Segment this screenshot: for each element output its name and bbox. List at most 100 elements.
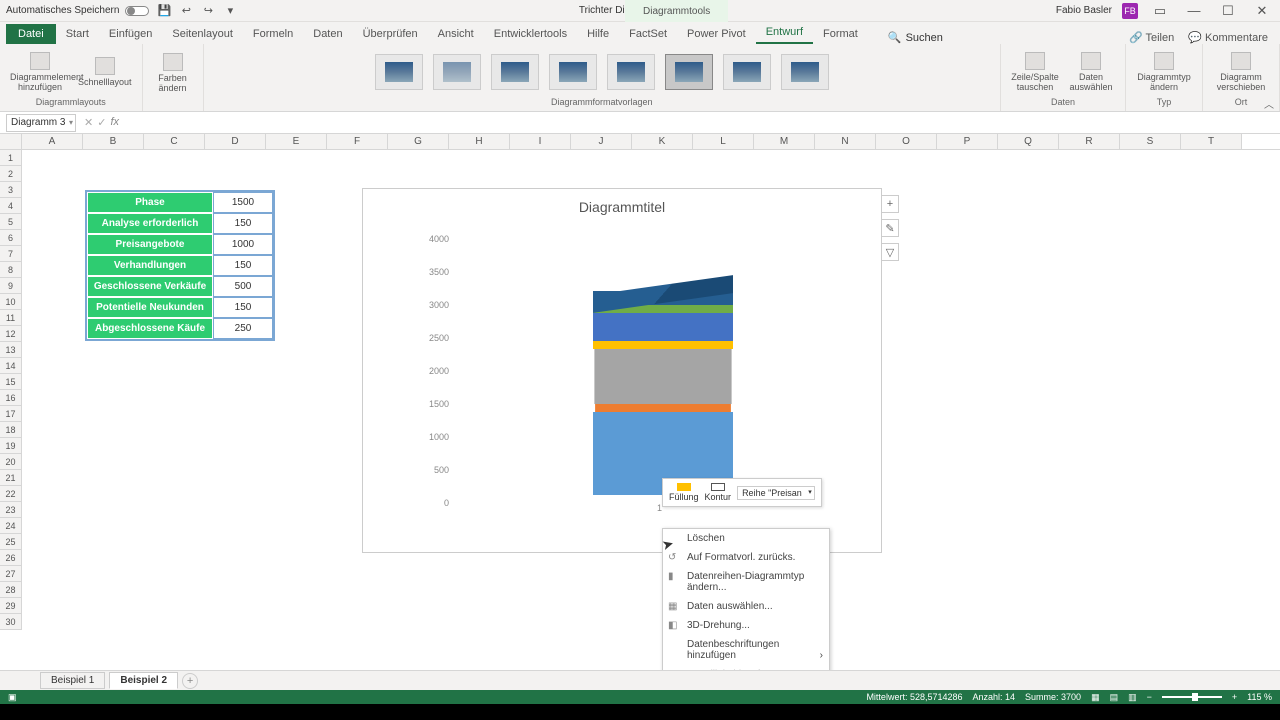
view-page-break-icon[interactable]: ▥	[1128, 692, 1137, 703]
ribbon-tabs: Datei Start Einfügen Seitenlayout Formel…	[0, 22, 1280, 44]
series-segment-2[interactable]	[595, 404, 731, 412]
chart-tools-contextual-tab: Diagrammtools	[625, 0, 728, 22]
tab-formulas[interactable]: Formeln	[243, 24, 303, 44]
tab-powerpivot[interactable]: Power Pivot	[677, 24, 756, 44]
worksheet-grid[interactable]: Phase1500 Analyse erforderlich150 Preisa…	[22, 150, 1280, 650]
chart-styles-group-label: Diagrammformatvorlagen	[551, 97, 653, 107]
series-segment-5[interactable]	[593, 313, 733, 341]
outline-dropdown[interactable]: Kontur	[705, 483, 732, 502]
autosave-switch[interactable]	[125, 6, 149, 16]
tab-data[interactable]: Daten	[303, 24, 352, 44]
sheet-tab-1[interactable]: Beispiel 1	[40, 672, 105, 689]
undo-icon[interactable]: ↩	[179, 4, 193, 18]
name-box[interactable]: Diagramm 3	[6, 114, 76, 132]
chart-style-7[interactable]	[723, 54, 771, 90]
select-all-corner[interactable]	[0, 134, 22, 149]
save-icon[interactable]: 💾	[157, 4, 171, 18]
data-group-label: Daten	[1051, 97, 1075, 107]
chart-type-icon: ▮	[668, 571, 680, 582]
share-button[interactable]: 🔗 Teilen	[1129, 31, 1174, 44]
tab-start[interactable]: Start	[56, 24, 99, 44]
series-segment-3[interactable]	[594, 349, 731, 404]
ctx-reset-format[interactable]: ↺Auf Formatvorl. zurücks.	[663, 548, 829, 567]
avatar[interactable]: FB	[1122, 3, 1138, 19]
autosave-toggle[interactable]: Automatisches Speichern	[6, 5, 149, 16]
status-bar: ▣ Mittelwert: 528,5714286 Anzahl: 14 Sum…	[0, 690, 1280, 704]
zoom-level[interactable]: 115 %	[1247, 692, 1272, 702]
close-icon[interactable]: ✕	[1250, 3, 1274, 19]
chart-elements-icon[interactable]: +	[881, 195, 899, 213]
ctx-3d-rotation[interactable]: ◧3D-Drehung...	[663, 616, 829, 635]
zoom-in-icon[interactable]: +	[1232, 692, 1237, 702]
status-average: Mittelwert: 528,5714286	[866, 692, 962, 702]
tab-developer[interactable]: Entwicklertools	[484, 24, 577, 44]
minimize-icon[interactable]: ―	[1182, 3, 1206, 18]
type-group-label: Typ	[1157, 97, 1172, 107]
tab-help[interactable]: Hilfe	[577, 24, 619, 44]
bottom-black-bar	[0, 704, 1280, 720]
fx-icon[interactable]: fx	[110, 116, 119, 129]
tab-review[interactable]: Überprüfen	[353, 24, 428, 44]
layouts-group-label: Diagrammlayouts	[36, 97, 106, 107]
ribbon-display-icon[interactable]: ▭	[1148, 3, 1172, 19]
chart-style-5[interactable]	[607, 54, 655, 90]
change-colors-button[interactable]: Farben ändern	[153, 53, 193, 93]
search-box[interactable]: 🔍 Suchen	[888, 31, 943, 44]
quick-layout-button[interactable]: Schnelllayout	[78, 57, 132, 87]
sheet-tab-2[interactable]: Beispiel 2	[109, 672, 178, 689]
data-table[interactable]: Phase1500 Analyse erforderlich150 Preisa…	[85, 190, 275, 341]
enter-formula-icon[interactable]: ✓	[97, 116, 106, 129]
ctx-add-data-labels[interactable]: Datenbeschriftungen hinzufügen	[663, 635, 829, 665]
chart-style-2[interactable]	[433, 54, 481, 90]
tab-file[interactable]: Datei	[6, 24, 56, 44]
view-page-layout-icon[interactable]: ▤	[1110, 692, 1119, 703]
chart-style-6[interactable]	[665, 54, 713, 90]
chart-styles-icon[interactable]: ✎	[881, 219, 899, 237]
collapse-ribbon-icon[interactable]: ︿	[1264, 96, 1274, 111]
chart-style-1[interactable]	[375, 54, 423, 90]
ctx-change-series-type[interactable]: ▮Datenreihen-Diagrammtyp ändern...	[663, 567, 829, 597]
select-data-button[interactable]: Daten auswählen	[1067, 52, 1115, 92]
formula-input[interactable]	[131, 114, 1280, 132]
location-group-label: Ort	[1235, 97, 1248, 107]
reset-icon: ↺	[668, 552, 680, 563]
chart-filters-icon[interactable]: ▽	[881, 243, 899, 261]
switch-row-column-button[interactable]: Zeile/Spalte tauschen	[1011, 52, 1059, 92]
record-macro-icon[interactable]: ▣	[8, 692, 17, 703]
tab-design[interactable]: Entwurf	[756, 22, 813, 44]
ctx-select-data[interactable]: ▦Daten auswählen...	[663, 597, 829, 616]
add-chart-element-button[interactable]: Diagrammelement hinzufügen	[10, 52, 70, 92]
maximize-icon[interactable]: ☐	[1216, 3, 1240, 19]
mini-toolbar[interactable]: Füllung Kontur Reihe "Preisan	[662, 478, 822, 507]
plot-area[interactable]: 4000 3500 3000 2500 2000 1500 1000 500 0	[413, 221, 881, 521]
tab-pagelayout[interactable]: Seitenlayout	[162, 24, 243, 44]
view-normal-icon[interactable]: ▦	[1091, 692, 1100, 703]
fill-dropdown[interactable]: Füllung	[669, 483, 699, 502]
formula-bar: Diagramm 3 ✕ ✓ fx	[0, 112, 1280, 134]
cancel-formula-icon[interactable]: ✕	[84, 116, 93, 129]
chart-title[interactable]: Diagrammtitel	[363, 189, 881, 221]
chart-style-4[interactable]	[549, 54, 597, 90]
comments-button[interactable]: 💬 Kommentare	[1188, 31, 1268, 44]
redo-icon[interactable]: ↪	[201, 4, 215, 18]
row-headers: 1234567891011121314151617181920212223242…	[0, 150, 22, 650]
zoom-out-icon[interactable]: −	[1147, 692, 1152, 702]
tab-insert[interactable]: Einfügen	[99, 24, 162, 44]
series-segment-4[interactable]	[593, 341, 733, 349]
ctx-delete[interactable]: Löschen	[663, 529, 829, 548]
change-chart-type-button[interactable]: Diagrammtyp ändern	[1136, 52, 1192, 92]
tab-factset[interactable]: FactSet	[619, 24, 677, 44]
move-chart-button[interactable]: Diagramm verschieben	[1213, 52, 1269, 92]
new-sheet-button[interactable]: +	[182, 673, 198, 689]
zoom-slider[interactable]	[1162, 696, 1222, 698]
y-axis[interactable]: 4000 3500 3000 2500 2000 1500 1000 500 0	[413, 221, 453, 521]
stacked-column[interactable]	[593, 285, 733, 495]
qat-dropdown-icon[interactable]: ▾	[223, 4, 237, 18]
tab-view[interactable]: Ansicht	[428, 24, 484, 44]
user-name[interactable]: Fabio Basler	[1056, 5, 1112, 16]
chart-style-8[interactable]	[781, 54, 829, 90]
series-selector[interactable]: Reihe "Preisan	[737, 486, 815, 500]
tab-format[interactable]: Format	[813, 24, 868, 44]
chart-style-3[interactable]	[491, 54, 539, 90]
ribbon: Diagrammelement hinzufügen Schnelllayout…	[0, 44, 1280, 112]
